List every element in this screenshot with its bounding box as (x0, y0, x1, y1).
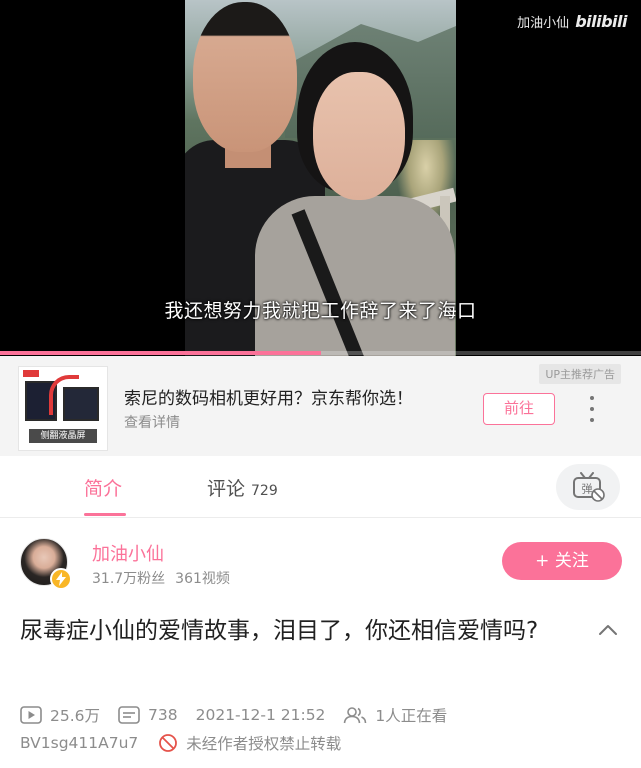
tab-comments[interactable]: 评论 729 (207, 474, 278, 501)
tab-intro[interactable]: 简介 (84, 474, 122, 501)
copyright-notice: 未经作者授权禁止转载 (186, 735, 342, 753)
video-progress-bar[interactable] (0, 351, 641, 355)
viewers-icon (344, 707, 367, 724)
camera-screen-image (63, 387, 99, 421)
watching-now-value: 1人正在看 (375, 707, 448, 725)
ad-go-button[interactable]: 前往 (483, 393, 555, 425)
woman-face (313, 72, 405, 200)
tab-active-indicator (84, 513, 126, 516)
uploader-info: 加油小仙 31.7万粉丝 361视频 + 关注 (0, 518, 641, 596)
videos-count: 361视频 (175, 571, 230, 587)
follow-button[interactable]: + 关注 (502, 542, 622, 580)
ad-tag: UP主推荐广告 (539, 364, 621, 384)
play-count: 25.6万 (20, 704, 100, 726)
video-title: 尿毒症小仙的爱情故事，泪目了，你还相信爱情吗? (20, 618, 539, 644)
ad-details-link[interactable]: 查看详情 (124, 412, 180, 432)
danmaku-icon (118, 706, 140, 724)
content-tabs: 简介 评论 729 弹 (0, 456, 641, 518)
ad-image-caption: 侧翻液晶屏 (29, 429, 97, 443)
video-watermark: 加油小仙 bilibili (517, 12, 627, 31)
play-icon (20, 706, 42, 724)
comments-count: 729 (251, 483, 278, 499)
danmaku-count-value: 738 (148, 706, 178, 724)
danmaku-toggle-button[interactable]: 弹 (556, 464, 620, 510)
video-meta: 25.6万 738 2021-12-1 21:52 1人正在看 (20, 704, 630, 726)
danmaku-tv-icon: 弹 (573, 472, 605, 502)
jd-logo (23, 370, 39, 377)
more-options-icon[interactable] (582, 396, 602, 422)
video-meta-secondary: BV1sg411A7u7 未经作者授权禁止转载 (20, 732, 341, 754)
fans-count: 31.7万粉丝 (92, 571, 166, 587)
ad-image[interactable]: 侧翻液晶屏 (18, 366, 108, 451)
bilibili-logo: bilibili (575, 12, 627, 31)
video-progress-fill (0, 351, 321, 355)
man-head (193, 2, 297, 152)
collapse-chevron-icon[interactable] (596, 620, 620, 640)
woman-figure (255, 196, 455, 356)
video-player[interactable]: 加油小仙 bilibili 我还想努力我就把工作辞了来了海口 (0, 0, 641, 356)
watermark-text: 加油小仙 (517, 16, 570, 31)
bvid: BV1sg411A7u7 (20, 734, 139, 752)
play-count-value: 25.6万 (50, 707, 101, 725)
uploader-name[interactable]: 加油小仙 (92, 540, 164, 566)
watching-now: 1人正在看 (343, 704, 447, 726)
ad-title[interactable]: 索尼的数码相机更好用？京东帮你选！ (124, 384, 413, 409)
verified-lightning-icon (50, 568, 72, 590)
tab-comments-label: 评论 (207, 478, 246, 500)
tab-intro-label: 简介 (84, 478, 123, 500)
svg-text:弹: 弹 (582, 482, 593, 496)
video-subtitle: 我还想努力我就把工作辞了来了海口 (164, 300, 477, 322)
uploader-stats: 31.7万粉丝 361视频 (92, 568, 230, 588)
danmaku-count: 738 (118, 706, 178, 724)
ad-banner[interactable]: 侧翻液晶屏 索尼的数码相机更好用？京东帮你选！ 查看详情 UP主推荐广告 前往 (0, 356, 641, 456)
no-repost-icon (159, 734, 178, 752)
publish-time: 2021-12-1 21:52 (195, 706, 326, 724)
